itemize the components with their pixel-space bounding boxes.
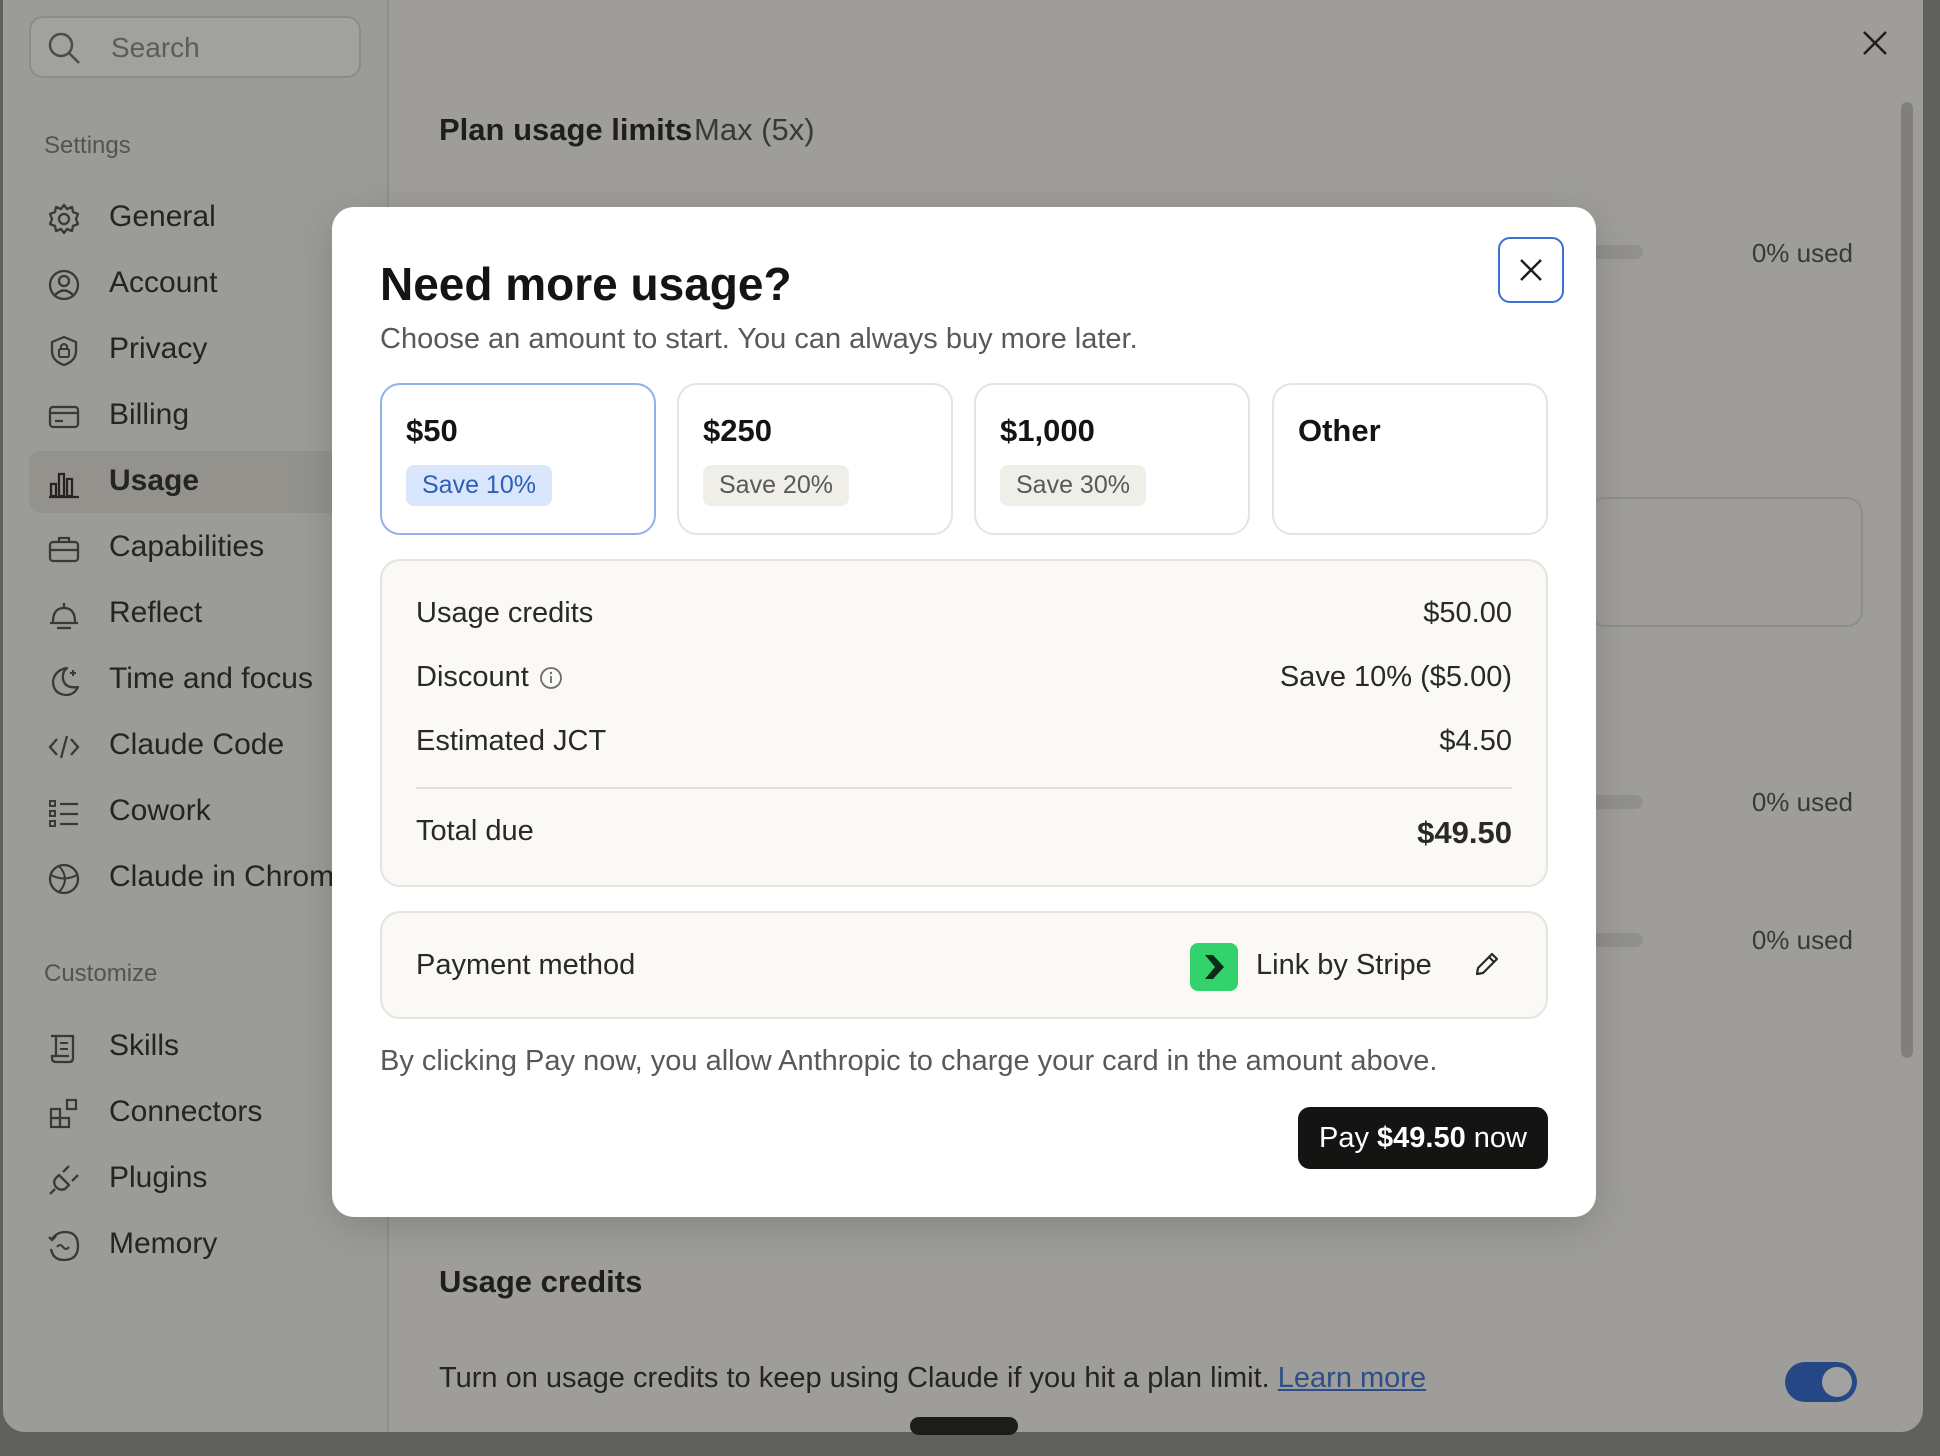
savings-badge: Save 30% [1000,465,1146,506]
summary-total-value: $49.50 [1417,815,1512,850]
pay-amount: $49.50 [1377,1121,1466,1154]
link-logo-icon [1190,943,1238,991]
amount-option-50[interactable]: $50 Save 10% [380,383,656,535]
order-summary: Usage credits $50.00 Discount Save 10% (… [380,559,1548,887]
amount-label: Other [1298,413,1381,448]
pay-suffix: now [1465,1121,1527,1154]
pencil-icon[interactable] [1472,949,1502,979]
info-icon[interactable] [539,666,563,690]
dialog-title: Need more usage? [380,258,792,310]
amount-label: $250 [703,413,772,448]
amount-label: $50 [406,413,458,448]
payment-method-name: Link by Stripe [1256,949,1432,981]
savings-badge: Save 20% [703,465,849,506]
home-indicator [910,1417,1018,1435]
dialog-subtitle: Choose an amount to start. You can alway… [380,323,1138,355]
consent-text: By clicking Pay now, you allow Anthropic… [380,1045,1438,1077]
summary-label: Estimated JCT [416,725,607,757]
summary-value: Save 10% ($5.00) [1279,661,1512,693]
pay-prefix: Pay [1319,1121,1378,1154]
summary-value: $50.00 [1423,597,1512,629]
amount-option-1000[interactable]: $1,000 Save 30% [974,383,1250,535]
savings-badge: Save 10% [406,465,552,506]
pay-now-button[interactable]: Pay $49.50 now [1298,1107,1548,1169]
buy-usage-dialog: Need more usage? Choose an amount to sta… [332,207,1596,1217]
dialog-close-button[interactable] [1498,237,1564,303]
summary-label: Total due [416,815,534,847]
summary-label: Usage credits [416,597,594,629]
payment-method-label: Payment method [416,949,636,981]
divider [416,787,1512,789]
summary-value: $4.50 [1439,725,1512,757]
summary-label: Discount [416,661,529,693]
amount-option-250[interactable]: $250 Save 20% [677,383,953,535]
close-icon [1520,259,1542,281]
payment-method-row: Payment method Link by Stripe [380,911,1548,1019]
amount-label: $1,000 [1000,413,1095,448]
amount-option-other[interactable]: Other [1272,383,1548,535]
